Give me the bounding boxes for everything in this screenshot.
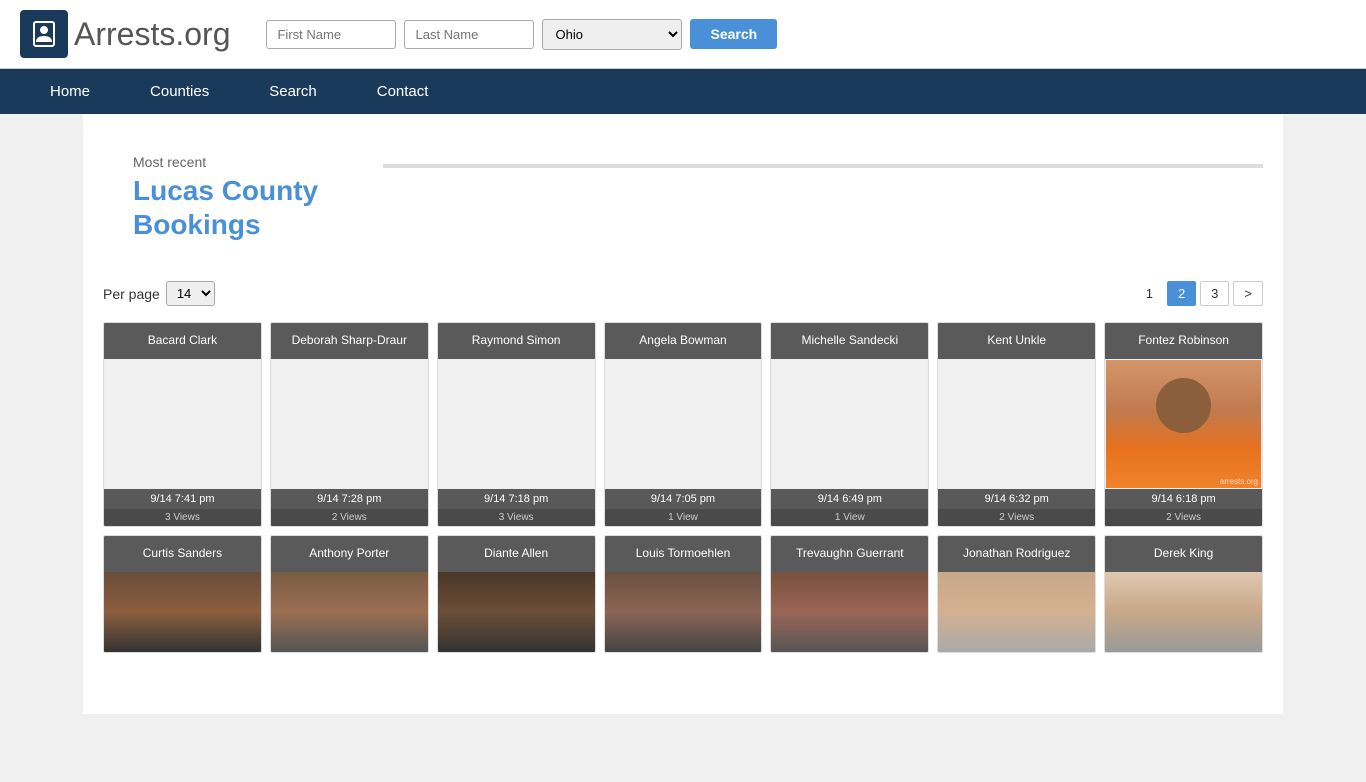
pagination: 1 2 3 > bbox=[1136, 281, 1263, 306]
page-title: Lucas County Bookings bbox=[133, 174, 353, 241]
mugshot-name: Jonathan Rodriguez bbox=[938, 536, 1095, 572]
mugshot-image bbox=[938, 572, 1095, 652]
mugshot-image bbox=[1105, 572, 1262, 652]
mugshot-image bbox=[271, 359, 428, 489]
mugshot-date: 9/14 6:32 pm bbox=[938, 489, 1095, 509]
nav-home[interactable]: Home bbox=[20, 69, 120, 114]
mugshot-image bbox=[104, 359, 261, 489]
mugshot-views: 2 Views bbox=[271, 509, 428, 526]
mugshot-card-bacard-clark[interactable]: Bacard Clark 9/14 7:41 pm 3 Views bbox=[103, 322, 262, 527]
mugshot-date: 9/14 7:18 pm bbox=[438, 489, 595, 509]
nav-counties[interactable]: Counties bbox=[120, 69, 239, 114]
mugshot-image bbox=[271, 572, 428, 652]
mugshot-image bbox=[771, 572, 928, 652]
mugshot-card-fontez-robinson[interactable]: Fontez Robinson arrests.org 9/14 6:18 pm… bbox=[1104, 322, 1263, 527]
mugshot-image bbox=[771, 359, 928, 489]
mugshot-name: Bacard Clark bbox=[104, 323, 261, 359]
mugshot-name: Trevaughn Guerrant bbox=[771, 536, 928, 572]
most-recent-label: Most recent bbox=[133, 154, 353, 170]
mugshot-card-deborah-sharp-draur[interactable]: Deborah Sharp-Draur 9/14 7:28 pm 2 Views bbox=[270, 322, 429, 527]
state-select[interactable]: Ohio Alabama Alaska Arizona bbox=[542, 19, 682, 50]
content-wrapper: Most recent Lucas County Bookings Per pa… bbox=[83, 114, 1283, 714]
mugshot-card-curtis-sanders[interactable]: Curtis Sanders bbox=[103, 535, 262, 653]
mugshot-date: 9/14 7:05 pm bbox=[605, 489, 762, 509]
page-1-text: 1 bbox=[1136, 282, 1163, 305]
mugshot-name: Diante Allen bbox=[438, 536, 595, 572]
nav-search[interactable]: Search bbox=[239, 69, 347, 114]
mugshot-views: 3 Views bbox=[104, 509, 261, 526]
header-search-form: Ohio Alabama Alaska Arizona Search bbox=[266, 19, 777, 50]
mugshot-views: 1 View bbox=[605, 509, 762, 526]
mugshot-name: Curtis Sanders bbox=[104, 536, 261, 572]
mugshot-card-louis-tormoehlen[interactable]: Louis Tormoehlen bbox=[604, 535, 763, 653]
mugshot-date: 9/14 7:41 pm bbox=[104, 489, 261, 509]
mugshot-image bbox=[605, 572, 762, 652]
mugshot-card-kent-unkle[interactable]: Kent Unkle 9/14 6:32 pm 2 Views bbox=[937, 322, 1096, 527]
mugshot-card-raymond-simon[interactable]: Raymond Simon 9/14 7:18 pm 3 Views bbox=[437, 322, 596, 527]
mugshot-views: 2 Views bbox=[1105, 509, 1262, 526]
per-page-select[interactable]: 10 14 25 50 bbox=[166, 281, 215, 306]
mugshot-grid-row2: Curtis Sanders Anthony Porter Diante All… bbox=[103, 535, 1263, 653]
first-name-input[interactable] bbox=[266, 20, 396, 49]
mugshot-views: 2 Views bbox=[938, 509, 1095, 526]
logo-text: Arrests.org bbox=[74, 16, 230, 53]
mugshot-name: Derek King bbox=[1105, 536, 1262, 572]
mugshot-name: Fontez Robinson bbox=[1105, 323, 1262, 359]
mugshot-card-derek-king[interactable]: Derek King bbox=[1104, 535, 1263, 653]
mugshot-card-anthony-porter[interactable]: Anthony Porter bbox=[270, 535, 429, 653]
banner-divider bbox=[383, 164, 1263, 168]
nav-contact[interactable]: Contact bbox=[347, 69, 459, 114]
mugshot-name: Angela Bowman bbox=[605, 323, 762, 359]
main-navbar: Home Counties Search Contact bbox=[0, 69, 1366, 114]
header-search-button[interactable]: Search bbox=[690, 19, 777, 49]
title-section: Most recent Lucas County Bookings bbox=[103, 134, 383, 251]
mugshot-name: Kent Unkle bbox=[938, 323, 1095, 359]
mugshot-name: Louis Tormoehlen bbox=[605, 536, 762, 572]
mugshot-date: 9/14 7:28 pm bbox=[271, 489, 428, 509]
mugshot-image bbox=[438, 572, 595, 652]
mugshot-grid-row1: Bacard Clark 9/14 7:41 pm 3 Views Debora… bbox=[103, 322, 1263, 527]
mugshot-card-michelle-sandecki[interactable]: Michelle Sandecki 9/14 6:49 pm 1 View bbox=[770, 322, 929, 527]
logo-icon bbox=[20, 10, 68, 58]
mugshot-image bbox=[438, 359, 595, 489]
mugshot-name: Anthony Porter bbox=[271, 536, 428, 572]
mugshot-card-angela-bowman[interactable]: Angela Bowman 9/14 7:05 pm 1 View bbox=[604, 322, 763, 527]
last-name-input[interactable] bbox=[404, 20, 534, 49]
mugshot-card-jonathan-rodriguez[interactable]: Jonathan Rodriguez bbox=[937, 535, 1096, 653]
site-header: Arrests.org Ohio Alabama Alaska Arizona … bbox=[0, 0, 1366, 69]
mugshot-image bbox=[104, 572, 261, 652]
mugshot-name: Raymond Simon bbox=[438, 323, 595, 359]
page-3-button[interactable]: 3 bbox=[1200, 281, 1229, 306]
mugshot-date: 9/14 6:49 pm bbox=[771, 489, 928, 509]
grid-section: Per page 10 14 25 50 1 2 3 > bbox=[83, 261, 1283, 673]
mugshot-image bbox=[605, 359, 762, 489]
mugshot-name: Michelle Sandecki bbox=[771, 323, 928, 359]
main-content: Most recent Lucas County Bookings Per pa… bbox=[0, 114, 1366, 782]
banner-area bbox=[383, 134, 1263, 168]
per-page-control: Per page 10 14 25 50 bbox=[103, 281, 215, 306]
page-2-button[interactable]: 2 bbox=[1167, 281, 1196, 306]
mugshot-card-trevaughn-guerrant[interactable]: Trevaughn Guerrant bbox=[770, 535, 929, 653]
mugshot-views: 3 Views bbox=[438, 509, 595, 526]
mugshot-date: 9/14 6:18 pm bbox=[1105, 489, 1262, 509]
mugshot-image bbox=[938, 359, 1095, 489]
per-page-label: Per page bbox=[103, 286, 160, 302]
site-logo[interactable]: Arrests.org bbox=[20, 10, 230, 58]
mugshot-views: 1 View bbox=[771, 509, 928, 526]
page-next-button[interactable]: > bbox=[1233, 281, 1263, 306]
mugshot-name: Deborah Sharp-Draur bbox=[271, 323, 428, 359]
mugshot-image: arrests.org bbox=[1105, 359, 1262, 489]
mugshot-card-diante-allen[interactable]: Diante Allen bbox=[437, 535, 596, 653]
grid-controls: Per page 10 14 25 50 1 2 3 > bbox=[103, 281, 1263, 306]
